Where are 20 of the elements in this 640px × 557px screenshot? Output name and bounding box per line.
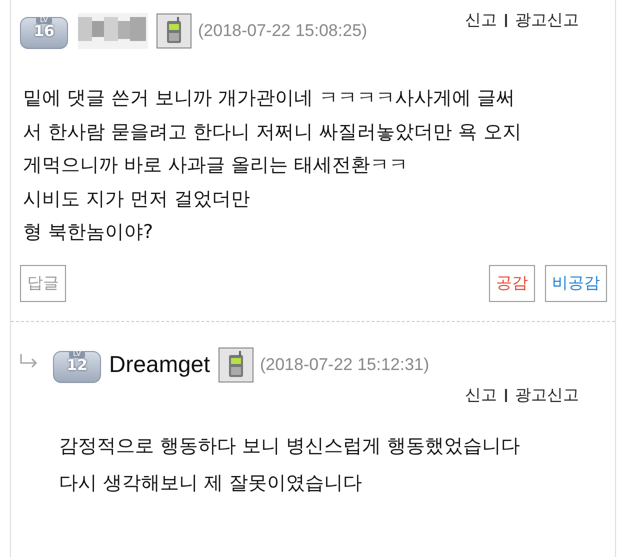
username: Dreamget [109, 351, 210, 378]
mobile-phone-icon [218, 346, 254, 382]
comment-line: 밑에 댓글 쓴거 보니까 개가관이네 ㅋㅋㅋㅋ사사게에 글써 [23, 86, 516, 111]
report-link[interactable]: 광고신고 [515, 384, 579, 406]
comment-line: 형 북한놈이야? [23, 220, 154, 245]
mobile-phone-icon [156, 13, 192, 49]
timestamp: (2018-07-22 15:08:25) [198, 21, 368, 41]
reply-arrow-icon [19, 352, 39, 368]
report-link[interactable]: 광고신고 [515, 10, 579, 31]
like-button[interactable]: 공감 [489, 265, 535, 302]
comment-line: 게먹으니까 바로 사과글 올리는 태세전환ㅋㅋ [23, 153, 410, 178]
comment-line: 시비도 지가 먼저 걸었더만 [23, 186, 252, 212]
report-link[interactable]: 신고 [465, 384, 497, 406]
comment-line: 서 한사람 묻을려고 한다니 저쩌니 싸질러놓았더만 욕 오지 [23, 120, 522, 144]
report-link[interactable]: 신고 [465, 10, 497, 31]
reply-line: 감정적으로 행동하다 보니 병신스럽게 행동했었습니다 [59, 434, 522, 458]
timestamp: (2018-07-22 15:12:31) [260, 354, 430, 374]
reply-line: 다시 생각해보니 제 잘못이였습니다 [59, 470, 364, 496]
blurred-username [78, 13, 148, 49]
dislike-button[interactable]: 비공감 [545, 265, 607, 302]
